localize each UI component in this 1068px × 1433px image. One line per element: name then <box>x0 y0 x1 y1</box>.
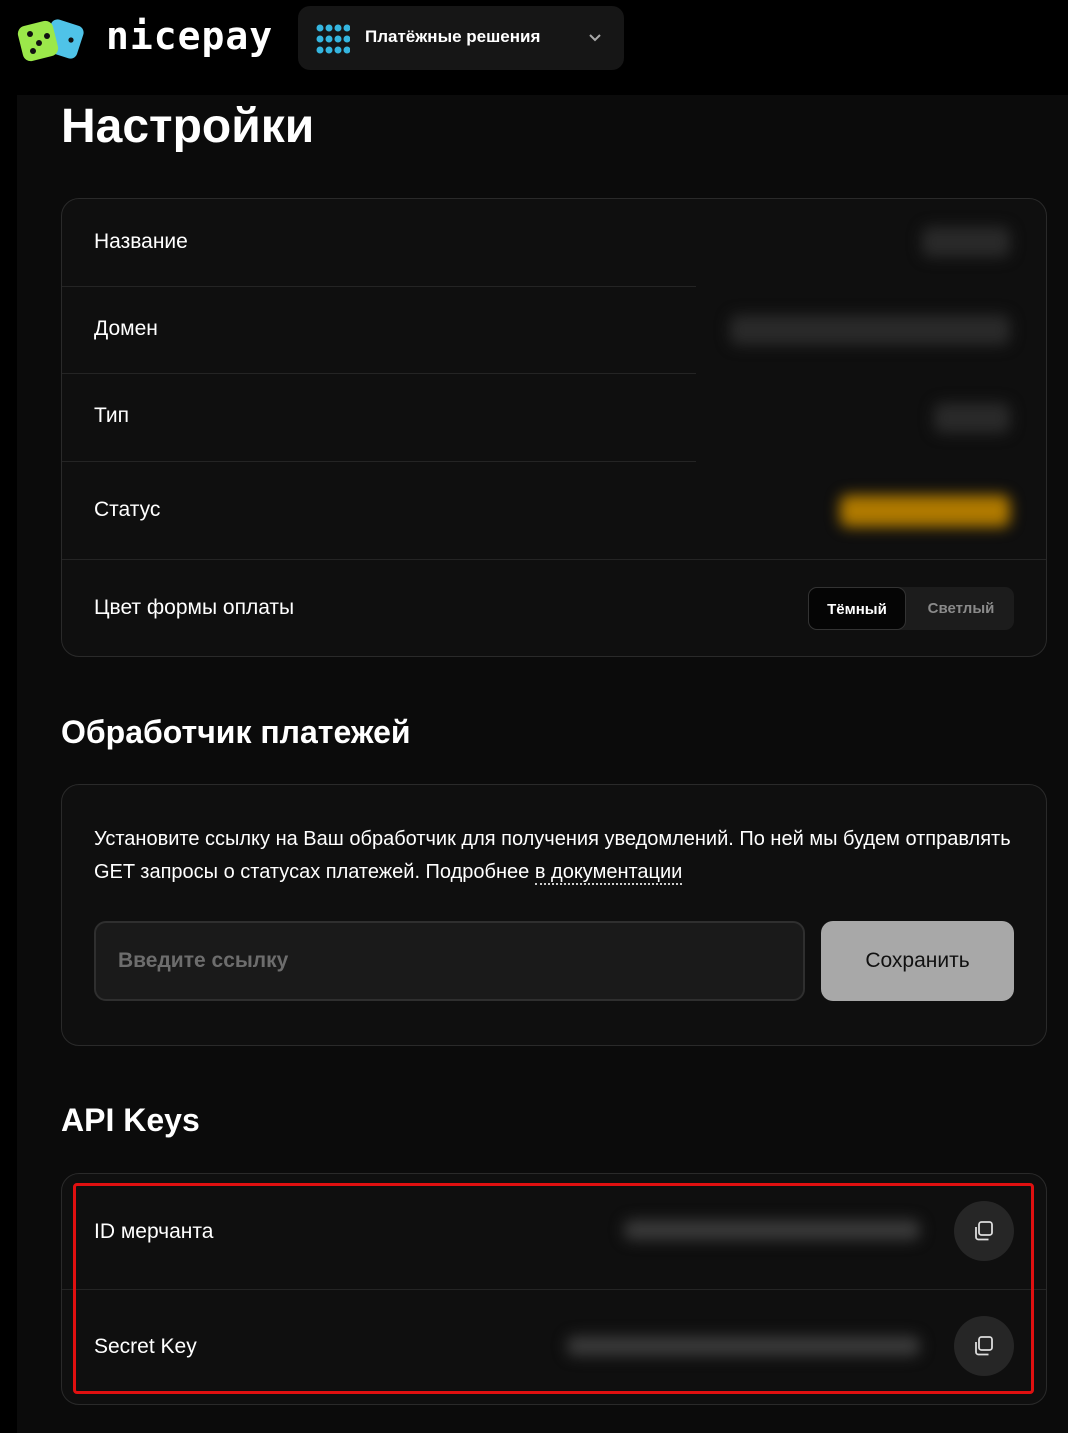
save-button[interactable]: Сохранить <box>821 921 1014 1001</box>
settings-row-label: Домен <box>94 317 158 340</box>
top-bar: nicepay Платёжные решения <box>0 0 1068 95</box>
page-title: Настройки <box>61 100 315 153</box>
status-badge <box>840 495 1010 527</box>
product-switcher[interactable]: Платёжные решения <box>298 6 624 70</box>
handler-card: Установите ссылку на Ваш обработчик для … <box>61 784 1047 1046</box>
settings-row-label: Статус <box>94 498 161 521</box>
api-key-row-secret: Secret Key <box>62 1290 1046 1404</box>
copy-merchant-id-button[interactable] <box>954 1201 1014 1261</box>
brand-name[interactable]: nicepay <box>106 14 273 58</box>
theme-option-dark[interactable]: Тёмный <box>808 587 906 630</box>
api-key-label: ID мерчанта <box>94 1220 214 1243</box>
settings-row-name: Название <box>62 199 696 287</box>
copy-icon <box>975 1336 993 1356</box>
theme-toggle: Тёмный Светлый <box>808 587 1014 630</box>
handler-section-title: Обработчик платежей <box>61 714 411 750</box>
handler-description: Установите ссылку на Ваш обработчик для … <box>94 823 1014 889</box>
chevron-down-icon <box>589 34 601 42</box>
product-switcher-label: Платёжные решения <box>365 27 541 46</box>
api-key-label: Secret Key <box>94 1335 197 1358</box>
copy-secret-key-button[interactable] <box>954 1316 1014 1376</box>
name-value-redacted <box>922 227 1010 257</box>
merchant-id-value-redacted <box>624 1220 920 1240</box>
api-keys-title: API Keys <box>61 1102 200 1138</box>
dice-logo-icon[interactable] <box>17 16 87 62</box>
documentation-link[interactable]: в документации <box>534 861 683 885</box>
secret-key-value-redacted <box>567 1336 920 1356</box>
settings-row-label: Тип <box>94 404 130 427</box>
handler-url-input[interactable] <box>94 921 805 1001</box>
settings-row-form-color: Цвет формы оплаты Тёмный Светлый <box>62 560 1046 656</box>
grid-dots-icon <box>316 24 350 54</box>
copy-icon <box>975 1221 993 1241</box>
type-value-redacted <box>934 403 1010 433</box>
domain-value-redacted <box>730 315 1010 345</box>
settings-row-type: Тип <box>62 374 696 462</box>
settings-card: Название Домен Тип Статус Цвет формы опл… <box>61 198 1047 657</box>
api-keys-card: ID мерчанта Secret Key <box>61 1173 1047 1405</box>
api-key-row-merchant-id: ID мерчанта <box>62 1174 1046 1290</box>
settings-row-label: Цвет формы оплаты <box>94 596 295 619</box>
settings-row-label: Название <box>94 230 188 253</box>
main-panel: Настройки Название Домен Тип Статус Цвет… <box>17 95 1068 1433</box>
settings-row-domain: Домен <box>62 287 696 374</box>
theme-option-light[interactable]: Светлый <box>908 587 1014 630</box>
